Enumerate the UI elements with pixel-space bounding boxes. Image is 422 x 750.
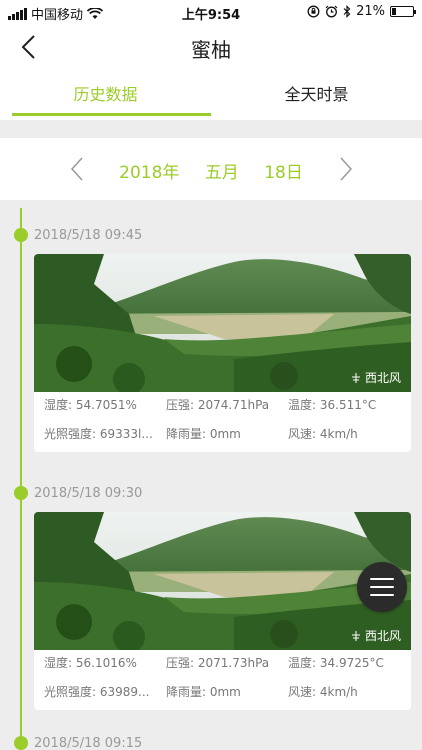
- floating-menu-button[interactable]: [357, 562, 407, 612]
- orchard-photo[interactable]: 西北风: [34, 254, 411, 392]
- battery-icon: [390, 6, 416, 17]
- bluetooth-icon: [343, 5, 351, 18]
- pressure-value: 压强: 2071.73hPa: [166, 656, 270, 670]
- humidity-value: 湿度: 54.7051%: [44, 398, 137, 412]
- entry-card[interactable]: 西北风 湿度: 54.7051% 压强: 2074.71hPa 温度: 36.5…: [34, 254, 411, 452]
- entry-timestamp: 2018/5/18 09:30: [34, 486, 143, 501]
- wind-direction: 西北风: [364, 371, 401, 385]
- date-day[interactable]: 18日: [264, 163, 303, 183]
- timeline-dot: [14, 228, 28, 242]
- sensor-stats: 湿度: 56.1016% 压强: 2071.73hPa 温度: 34.9725°…: [34, 650, 411, 710]
- tab-all-day-scenes[interactable]: 全天时景: [211, 70, 422, 120]
- sensor-stats: 湿度: 54.7051% 压强: 2074.71hPa 温度: 36.511°C…: [34, 392, 411, 452]
- wind-icon: [351, 630, 360, 641]
- entry-timestamp: 2018/5/18 09:45: [34, 228, 143, 243]
- entry-card[interactable]: 西北风 湿度: 56.1016% 压强: 2071.73hPa 温度: 34.9…: [34, 512, 411, 710]
- wind-icon: [351, 372, 360, 383]
- entry-timestamp: 2018/5/18 09:15: [34, 736, 143, 750]
- lock-rotation-icon: [307, 5, 320, 18]
- next-date-button[interactable]: [331, 152, 361, 186]
- chevron-right-icon: [340, 157, 353, 181]
- date-year[interactable]: 2018年: [119, 163, 179, 183]
- rainfall-value: 降雨量: 0mm: [166, 685, 241, 699]
- temperature-value: 温度: 34.9725°C: [288, 656, 384, 670]
- page-title: 蜜柚: [191, 38, 231, 62]
- status-bar: 中国移动 上午9:54 21%: [0, 0, 422, 24]
- nav-bar: 蜜柚: [0, 24, 422, 70]
- orchard-photo[interactable]: 西北风: [34, 512, 411, 650]
- timeline-dot: [14, 736, 28, 750]
- menu-icon: [370, 578, 394, 580]
- timeline-line: [20, 208, 22, 750]
- tab-bar: 历史数据 全天时景: [0, 70, 422, 120]
- date-selector: 2018年 五月 18日: [0, 138, 422, 200]
- temperature-value: 温度: 36.511°C: [288, 398, 377, 412]
- history-timeline[interactable]: 2018/5/18 09:45 西北风 湿度: 54.7051% 压强: 207…: [0, 200, 422, 750]
- wind-speed-value: 风速: 4km/h: [288, 685, 358, 699]
- alarm-icon: [325, 5, 338, 18]
- timeline-dot: [14, 486, 28, 500]
- pressure-value: 压强: 2074.71hPa: [166, 398, 270, 412]
- date-month[interactable]: 五月: [205, 163, 239, 183]
- light-intensity-value: 光照强度: 63989...: [44, 685, 150, 699]
- wind-direction-tag: 西北风: [350, 627, 401, 644]
- wind-speed-value: 风速: 4km/h: [288, 427, 358, 441]
- tab-history-data[interactable]: 历史数据: [0, 70, 211, 120]
- wind-direction: 西北风: [364, 629, 401, 643]
- battery-percent: 21%: [356, 4, 385, 19]
- humidity-value: 湿度: 56.1016%: [44, 656, 137, 670]
- rainfall-value: 降雨量: 0mm: [166, 427, 241, 441]
- light-intensity-value: 光照强度: 69333l...: [44, 427, 153, 441]
- wind-direction-tag: 西北风: [350, 369, 401, 386]
